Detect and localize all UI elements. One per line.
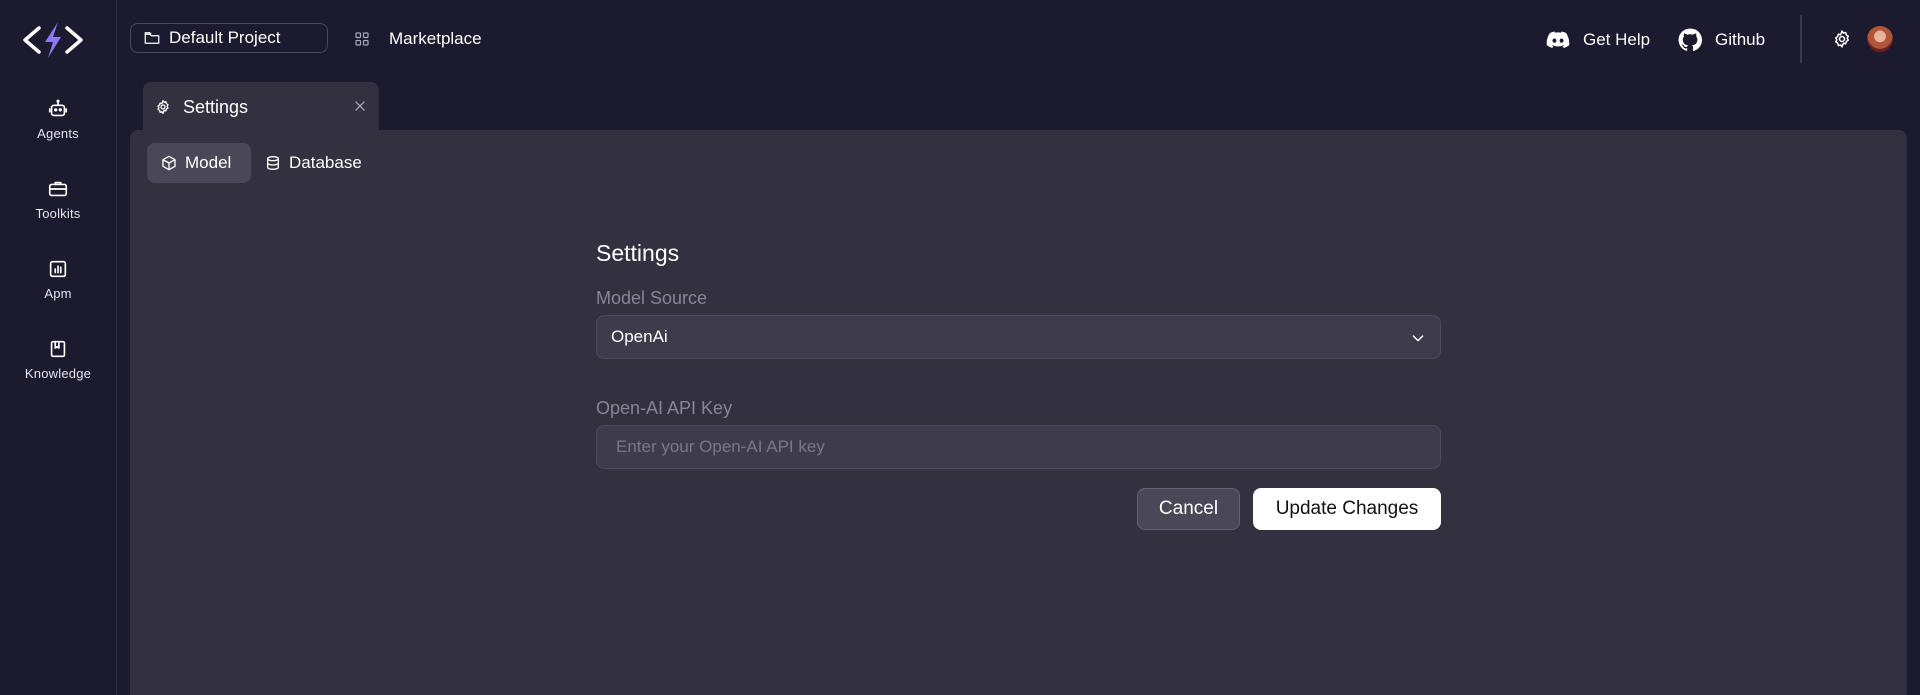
sidebar-item-knowledge[interactable]: Knowledge bbox=[0, 338, 116, 398]
get-help-label: Get Help bbox=[1583, 30, 1651, 49]
sidebar-item-label: Knowledge bbox=[24, 366, 92, 381]
close-icon[interactable] bbox=[353, 99, 367, 113]
github-icon bbox=[1678, 28, 1703, 51]
model-source-select[interactable]: OpenAi bbox=[596, 315, 1441, 359]
book-icon bbox=[50, 340, 66, 358]
api-key-input[interactable] bbox=[596, 425, 1441, 469]
project-selector-button[interactable]: Default Project bbox=[130, 23, 328, 53]
tab-label: Settings bbox=[183, 96, 249, 117]
sidebar-item-label: Apm bbox=[44, 286, 72, 301]
grid-icon bbox=[355, 32, 369, 46]
update-changes-button[interactable]: Update Changes bbox=[1253, 488, 1441, 530]
get-help-link[interactable]: Get Help bbox=[1545, 24, 1650, 56]
topbar-divider bbox=[1800, 15, 1802, 63]
settings-gear-icon[interactable] bbox=[1832, 29, 1852, 49]
user-avatar[interactable] bbox=[1867, 26, 1893, 52]
settings-panel: Model Database Settings Model Source Ope… bbox=[130, 130, 1907, 695]
sidebar-item-label: Agents bbox=[37, 126, 79, 141]
cube-icon bbox=[162, 155, 176, 171]
gear-icon bbox=[157, 100, 169, 114]
sidebar-item-label: Toolkits bbox=[35, 206, 81, 221]
model-source-label: Model Source bbox=[596, 288, 708, 308]
project-label: Default Project bbox=[169, 28, 281, 47]
cancel-button[interactable]: Cancel bbox=[1137, 488, 1240, 530]
database-icon bbox=[267, 156, 279, 171]
robot-icon bbox=[48, 99, 68, 117]
sidebar-item-toolkits[interactable]: Toolkits bbox=[0, 178, 116, 238]
model-source-value: OpenAi bbox=[611, 327, 668, 346]
marketplace-label: Marketplace bbox=[389, 29, 482, 48]
toolbox-icon bbox=[48, 181, 68, 197]
discord-icon bbox=[1546, 31, 1570, 49]
folder-icon bbox=[144, 32, 160, 44]
chart-icon bbox=[49, 260, 67, 278]
sidebar: Agents Toolkits Apm Knowledge bbox=[0, 0, 117, 695]
marketplace-link[interactable]: Marketplace bbox=[353, 23, 482, 55]
tab-settings[interactable]: Settings bbox=[143, 82, 379, 132]
subtab-model[interactable]: Model bbox=[147, 143, 251, 183]
sidebar-item-agents[interactable]: Agents bbox=[0, 98, 116, 158]
github-link[interactable]: Github bbox=[1677, 24, 1765, 56]
chevron-down-icon bbox=[1412, 335, 1424, 342]
subtab-label: Model bbox=[185, 153, 232, 172]
form-title: Settings bbox=[596, 240, 680, 266]
subtab-label: Database bbox=[289, 153, 362, 172]
subtab-database[interactable]: Database bbox=[251, 143, 376, 183]
superagi-logo[interactable] bbox=[21, 20, 85, 60]
github-label: Github bbox=[1715, 30, 1766, 49]
api-key-label: Open-AI API Key bbox=[596, 398, 733, 418]
sidebar-item-apm[interactable]: Apm bbox=[0, 258, 116, 318]
